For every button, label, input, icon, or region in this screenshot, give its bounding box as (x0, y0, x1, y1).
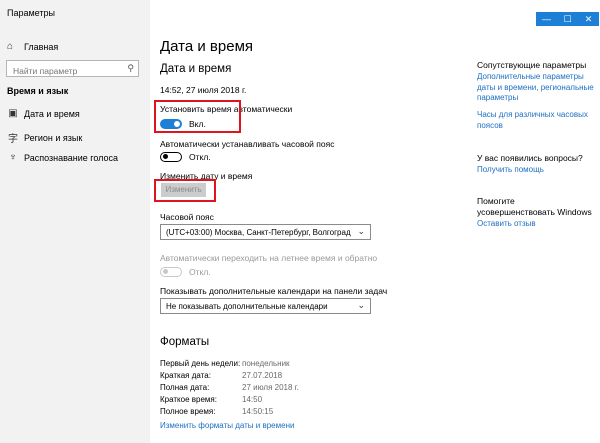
calendar-clock-icon: ▣ (8, 108, 18, 119)
feedback-link[interactable]: Оставить отзыв (477, 219, 595, 230)
format-key: Первый день недели: (160, 359, 241, 368)
format-value: 14:50:15 (242, 407, 274, 416)
format-value: 27 июля 2018 г. (242, 383, 299, 392)
additional-settings-link[interactable]: Дополнительные параметры даты и времени,… (477, 72, 595, 104)
sidebar-item-label: Регион и язык (24, 132, 83, 143)
improve-windows-text: Помогите усовершенствовать Windows (477, 196, 592, 217)
format-key: Краткая дата: (160, 371, 211, 380)
search-input[interactable] (7, 63, 117, 79)
dst-label: Автоматически переходить на летнее время… (160, 253, 378, 263)
chevron-down-icon: ⌄ (357, 300, 365, 310)
sidebar-item-label: Распознавание голоса (24, 152, 119, 163)
format-key: Полное время: (160, 407, 216, 416)
calendars-value: Не показывать дополнительные календари (166, 302, 328, 311)
formats-title: Форматы (160, 336, 210, 348)
chevron-down-icon: ⌄ (357, 226, 365, 236)
related-title: Сопутствующие параметры (477, 60, 587, 70)
current-datetime: 14:52, 27 июля 2018 г. (160, 85, 247, 95)
highlight-box-auto-time (154, 100, 241, 133)
sidebar-item-speech[interactable]: ♆ Распознавание голоса (7, 152, 118, 163)
sidebar-item-region[interactable]: 字 Регион и язык (7, 130, 83, 146)
timezone-select[interactable]: (UTC+03:00) Москва, Санкт-Петербург, Вол… (160, 224, 371, 240)
format-value: понедельник (242, 359, 290, 368)
change-formats-link[interactable]: Изменить форматы даты и времени (160, 421, 294, 430)
page-title: Дата и время (160, 38, 254, 55)
main-panel: Дата и время Дата и время 14:52, 27 июля… (160, 0, 470, 443)
timezone-value: (UTC+03:00) Москва, Санкт-Петербург, Вол… (166, 228, 351, 237)
clocks-link[interactable]: Часы для различных часовых поясов (477, 110, 595, 131)
dst-state: Откл. (189, 267, 211, 277)
calendars-select[interactable]: Не показывать дополнительные календари ⌄ (160, 298, 371, 314)
auto-timezone-label: Автоматически устанавливать часовой пояс (160, 139, 335, 149)
format-key: Полная дата: (160, 383, 210, 392)
nav-home[interactable]: ⌂ Главная (7, 41, 58, 52)
timezone-label: Часовой пояс (160, 212, 214, 222)
highlight-box-change-button (154, 179, 216, 202)
minimize-button[interactable]: — (536, 12, 557, 26)
search-box[interactable]: ⚲ (6, 60, 139, 79)
sidebar-item-label: Дата и время (24, 108, 80, 119)
section-title: Дата и время (160, 63, 232, 75)
format-value: 14:50 (242, 395, 263, 404)
sidebar: ⌂ Главная ⚲ Время и язык ▣ Дата и время … (0, 0, 150, 443)
search-icon[interactable]: ⚲ (127, 63, 134, 74)
get-help-link[interactable]: Получить помощь (477, 165, 595, 176)
microphone-icon: ♆ (9, 152, 17, 163)
auto-timezone-toggle[interactable] (160, 152, 182, 162)
question-title: У вас появились вопросы? (477, 153, 583, 163)
close-button[interactable]: ✕ (578, 12, 599, 26)
globe-language-icon: 字 (8, 134, 18, 145)
nav-home-label: Главная (24, 41, 59, 52)
maximize-button[interactable]: ☐ (557, 12, 578, 26)
auto-timezone-state: Откл. (189, 152, 211, 162)
sidebar-item-date-time[interactable]: ▣ Дата и время (7, 108, 80, 119)
dst-toggle (160, 267, 182, 277)
format-key: Краткое время: (160, 395, 217, 404)
dst-toggle-row: Откл. (160, 267, 211, 277)
home-icon: ⌂ (7, 41, 14, 52)
format-value: 27.07.2018 (242, 371, 283, 380)
calendars-label: Показывать дополнительные календари на п… (160, 286, 388, 296)
window-title: Параметры (7, 8, 55, 18)
auto-timezone-toggle-row: Откл. (160, 152, 211, 162)
sidebar-section-title: Время и язык (7, 86, 69, 96)
